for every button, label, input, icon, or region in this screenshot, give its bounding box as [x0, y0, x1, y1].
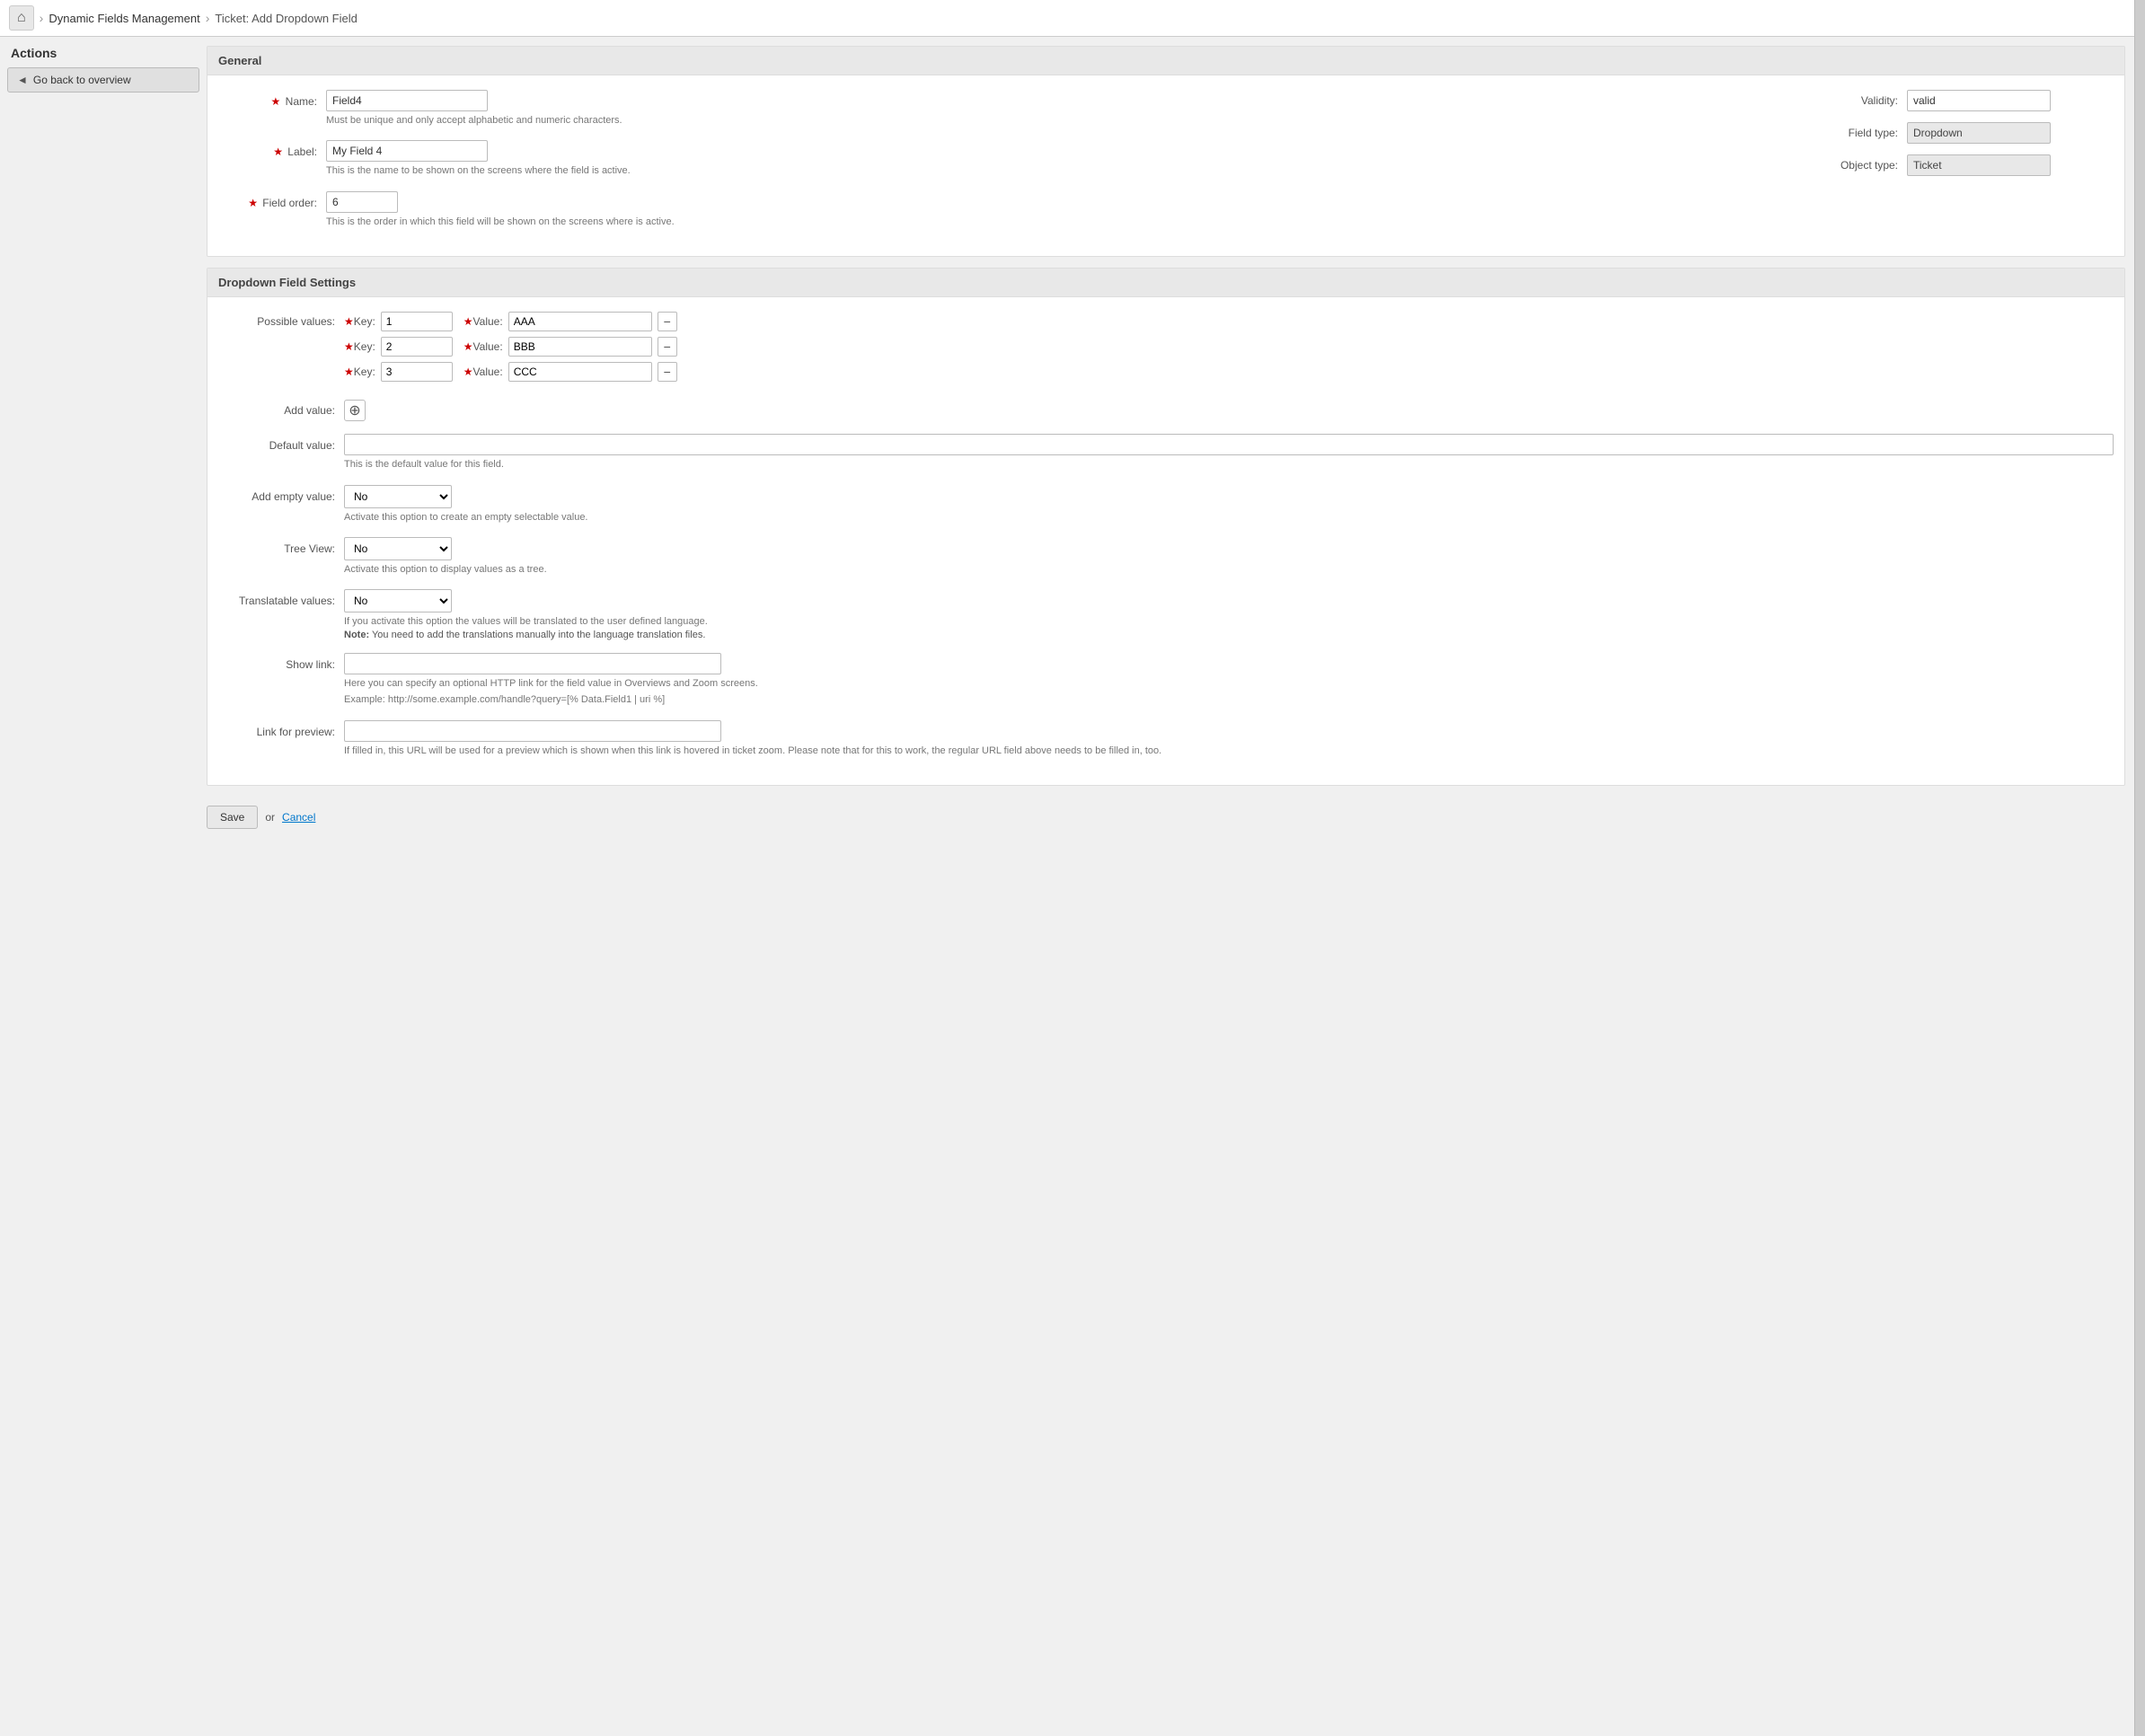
go-back-label: Go back to overview [33, 74, 131, 86]
tree-view-row: Tree View: No Yes Activate this option t… [218, 537, 2114, 577]
name-input[interactable] [326, 90, 488, 111]
add-value-row: Add value: ⊕ [218, 400, 2114, 421]
field-order-label: ★ Field order: [218, 191, 326, 209]
object-type-value: Ticket [1907, 154, 2051, 176]
name-row: ★ Name: Must be unique and only accept a… [218, 90, 1808, 128]
breadcrumb-sep-1: › [40, 11, 44, 25]
label-hint: This is the name to be shown on the scre… [326, 164, 1808, 178]
default-value-input[interactable] [344, 434, 2114, 455]
show-link-hint-1: Here you can specify an optional HTTP li… [344, 677, 2114, 691]
label-label: ★ Label: [218, 140, 326, 158]
link-preview-row: Link for preview: If filled in, this URL… [218, 720, 2114, 758]
translatable-label: Translatable values: [218, 589, 344, 607]
pv-entry-3: ★Key: ★Value: − [344, 362, 2114, 382]
possible-values-row: Possible values: ★Key: ★Value: − [218, 312, 2114, 387]
possible-values-entries: ★Key: ★Value: − ★Key: [344, 312, 2114, 387]
pv-remove-1[interactable]: − [658, 312, 677, 331]
show-link-row: Show link: Here you can specify an optio… [218, 653, 2114, 708]
dropdown-settings-header: Dropdown Field Settings [207, 269, 2124, 297]
default-value-row: Default value: This is the default value… [218, 434, 2114, 471]
pv-key-3[interactable] [381, 362, 453, 382]
tree-view-hint: Activate this option to display values a… [344, 563, 2114, 577]
field-type-row: Field type: Dropdown [1826, 122, 2114, 144]
add-value-button[interactable]: ⊕ [344, 400, 366, 421]
translatable-row: Translatable values: No Yes If you activ… [218, 589, 2114, 639]
default-value-label: Default value: [218, 434, 344, 452]
link-preview-hint: If filled in, this URL will be used for … [344, 745, 2114, 758]
tree-view-select[interactable]: No Yes [344, 537, 452, 560]
pv-entry-1: ★Key: ★Value: − [344, 312, 2114, 331]
name-label: ★ Name: [218, 90, 326, 108]
show-link-label: Show link: [218, 653, 344, 671]
breadcrumb-item-2: Ticket: Add Dropdown Field [215, 12, 357, 25]
general-section: General ★ Name: [207, 46, 2125, 257]
field-type-label: Field type: [1826, 127, 1907, 139]
pv-value-2[interactable] [508, 337, 652, 357]
validity-row: Validity: [1826, 90, 2114, 111]
back-arrow-icon: ◄ [17, 74, 28, 86]
field-order-input[interactable] [326, 191, 398, 213]
label-input[interactable] [326, 140, 488, 162]
dropdown-settings-section: Dropdown Field Settings Possible values:… [207, 268, 2125, 786]
link-preview-label: Link for preview: [218, 720, 344, 738]
add-empty-row: Add empty value: No Yes Activate this op… [218, 485, 2114, 524]
default-value-hint: This is the default value for this field… [344, 458, 2114, 471]
scrollbar-track[interactable] [2134, 0, 2145, 1736]
sidebar-title: Actions [7, 46, 199, 60]
label-row: ★ Label: This is the name to be shown on… [218, 140, 1808, 178]
add-empty-hint: Activate this option to create an empty … [344, 511, 2114, 524]
content-area: General ★ Name: [207, 37, 2134, 1736]
sidebar: Actions ◄ Go back to overview [0, 37, 207, 1736]
validity-input[interactable] [1907, 90, 2051, 111]
breadcrumb: ⌂ › Dynamic Fields Management › Ticket: … [0, 0, 2134, 37]
add-empty-select[interactable]: No Yes [344, 485, 452, 508]
save-button[interactable]: Save [207, 806, 258, 829]
pv-entry-2: ★Key: ★Value: − [344, 337, 2114, 357]
translatable-select[interactable]: No Yes [344, 589, 452, 612]
go-back-button[interactable]: ◄ Go back to overview [7, 67, 199, 93]
pv-key-2[interactable] [381, 337, 453, 357]
general-section-header: General [207, 47, 2124, 75]
bottom-bar: Save or Cancel [207, 797, 2125, 838]
link-preview-input[interactable] [344, 720, 721, 742]
field-order-hint: This is the order in which this field wi… [326, 216, 1808, 229]
field-type-value: Dropdown [1907, 122, 2051, 144]
breadcrumb-sep-2: › [206, 11, 210, 25]
home-icon: ⌂ [17, 10, 26, 26]
cancel-link[interactable]: Cancel [282, 811, 315, 824]
pv-remove-3[interactable]: − [658, 362, 677, 382]
name-hint: Must be unique and only accept alphabeti… [326, 114, 1808, 128]
pv-remove-2[interactable]: − [658, 337, 677, 357]
object-type-row: Object type: Ticket [1826, 154, 2114, 176]
add-value-label: Add value: [218, 404, 344, 417]
pv-value-1[interactable] [508, 312, 652, 331]
tree-view-label: Tree View: [218, 537, 344, 555]
home-button[interactable]: ⌂ [9, 5, 34, 31]
possible-values-label: Possible values: [218, 312, 344, 328]
translatable-hint-1: If you activate this option the values w… [344, 615, 2114, 629]
pv-value-3[interactable] [508, 362, 652, 382]
translatable-hint-2: Note: You need to add the translations m… [344, 630, 2114, 640]
object-type-label: Object type: [1826, 159, 1907, 172]
pv-key-1[interactable] [381, 312, 453, 331]
breadcrumb-item-1[interactable]: Dynamic Fields Management [49, 12, 199, 25]
or-text: or [265, 811, 275, 824]
field-order-row: ★ Field order: This is the order in whic… [218, 191, 1808, 229]
add-empty-label: Add empty value: [218, 485, 344, 503]
show-link-hint-2: Example: http://some.example.com/handle?… [344, 693, 2114, 707]
show-link-input[interactable] [344, 653, 721, 674]
validity-label: Validity: [1826, 94, 1907, 107]
